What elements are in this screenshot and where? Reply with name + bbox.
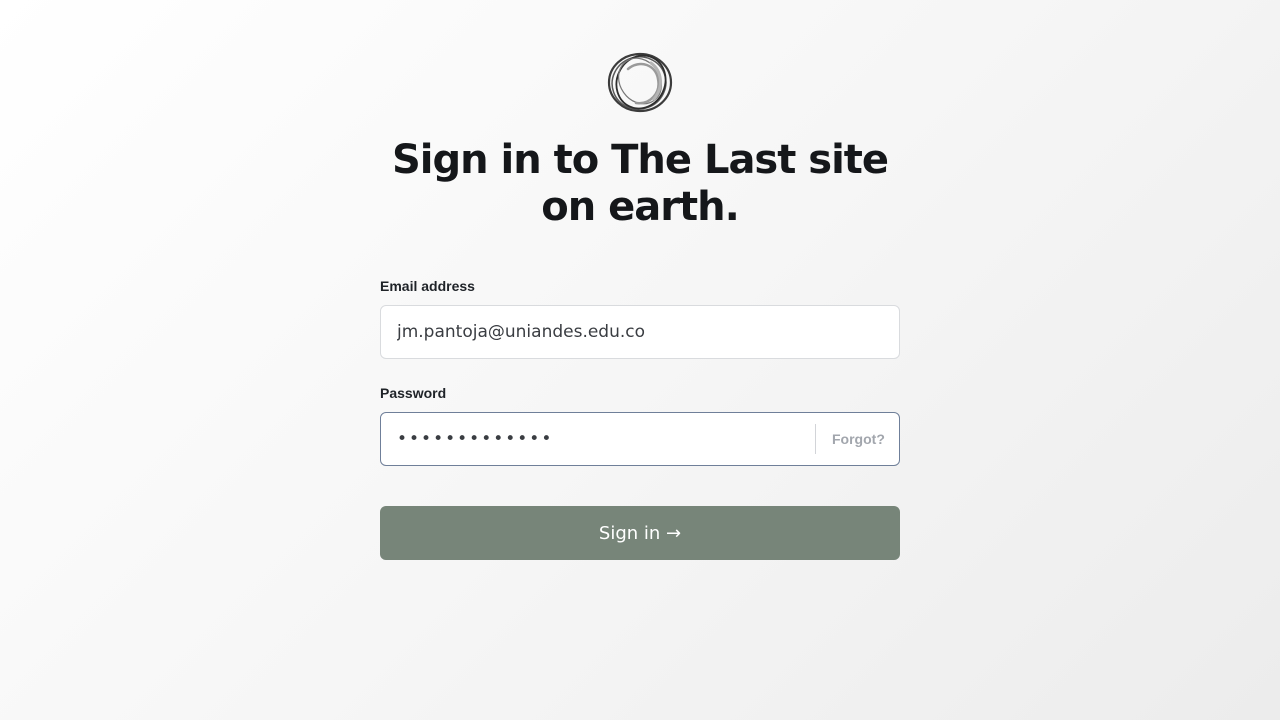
- email-label: Email address: [380, 278, 475, 294]
- forgot-password-link[interactable]: Forgot?: [832, 413, 885, 465]
- password-field-container: Forgot?: [380, 412, 900, 466]
- password-input[interactable]: [397, 413, 807, 465]
- ring-logo-icon: [606, 51, 674, 114]
- sign-in-button[interactable]: Sign in →: [380, 506, 900, 560]
- field-divider: [815, 424, 816, 454]
- page-title: Sign in to The Last site on earth.: [391, 137, 889, 230]
- password-label: Password: [380, 385, 447, 401]
- email-input[interactable]: [397, 306, 887, 358]
- email-field-container: [380, 305, 900, 359]
